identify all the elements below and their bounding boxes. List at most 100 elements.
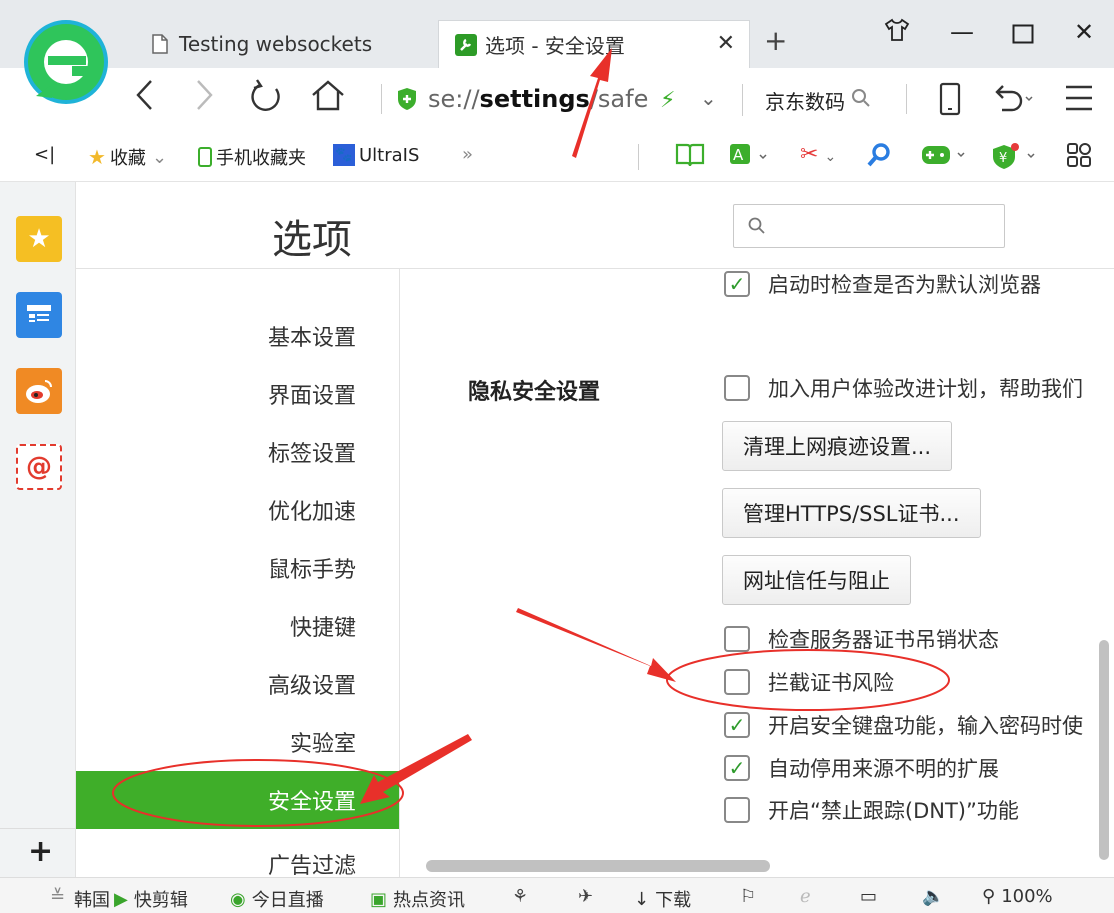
checkbox-unchecked[interactable] xyxy=(724,626,750,652)
nav-item-advanced[interactable]: 高级设置 xyxy=(76,655,399,713)
status-item-download[interactable]: ↓ 下载 xyxy=(634,886,691,912)
options-search[interactable] xyxy=(733,204,1005,248)
url-trust-block-button[interactable]: 网址信任与阻止 xyxy=(722,555,911,605)
vertical-scrollbar[interactable] xyxy=(1099,640,1109,860)
home-button[interactable] xyxy=(310,78,346,120)
close-tab-icon[interactable]: ✕ xyxy=(717,31,735,56)
navigation-bar: se://settings/safe ⚡ ⌄ 京东数码 xyxy=(0,68,1114,130)
nav-item-optimize[interactable]: 优化加速 xyxy=(76,481,399,539)
status-item-korea[interactable]: 韩国 xyxy=(74,886,110,912)
screenshot-icon[interactable]: ✂ ⌄ xyxy=(800,142,836,167)
nav-item-security[interactable]: 安全设置 xyxy=(76,771,399,829)
checkbox-label: 拦截证书风险 xyxy=(768,671,894,695)
checkbox-checked[interactable]: ✓ xyxy=(724,755,750,781)
bookmark-favorites[interactable]: ★ 收藏 ⌄ xyxy=(88,144,167,170)
maximize-button[interactable] xyxy=(1012,22,1034,50)
speed-icon[interactable]: ⚘ xyxy=(512,886,528,907)
volume-icon[interactable]: 🔈 xyxy=(922,886,944,907)
chevron-down-icon[interactable]: ⌄ xyxy=(700,86,717,110)
status-item-live[interactable]: ◉ 今日直播 xyxy=(230,886,324,912)
expand-icon[interactable]: ≚ xyxy=(50,886,65,907)
back-button[interactable] xyxy=(133,78,157,120)
more-bookmarks-icon[interactable]: » xyxy=(462,144,473,165)
checkbox-row[interactable]: 加入用户体验改进计划，帮助我们 xyxy=(724,373,1083,403)
horizontal-scrollbar[interactable] xyxy=(426,860,770,872)
checkbox-label: 启动时检查是否为默认浏览器 xyxy=(768,273,1041,297)
magnifier-icon[interactable] xyxy=(866,142,892,174)
wrench-icon xyxy=(455,33,477,56)
translate-icon[interactable]: A xyxy=(728,142,772,174)
pin-icon[interactable]: ✈ xyxy=(578,886,593,907)
search-text: 京东数码 xyxy=(765,89,845,114)
checkbox-row[interactable]: 拦截证书风险 xyxy=(724,667,894,697)
address-bar[interactable]: se://settings/safe xyxy=(396,82,648,116)
nav-item-tabs[interactable]: 标签设置 xyxy=(76,423,399,481)
checkbox-unchecked[interactable] xyxy=(724,797,750,823)
checkbox-row[interactable]: ✓ 开启安全键盘功能，输入密码时使 xyxy=(724,710,1083,740)
add-sidebar-item-button[interactable]: + xyxy=(28,834,53,869)
skin-icon[interactable] xyxy=(884,18,910,48)
checkbox-unchecked[interactable] xyxy=(724,669,750,695)
mobile-icon[interactable] xyxy=(938,82,962,124)
checkbox-label: 开启“禁止跟踪(DNT)”功能 xyxy=(768,799,1019,823)
weibo-icon[interactable] xyxy=(16,368,62,414)
news-icon[interactable] xyxy=(16,292,62,338)
zoom-level: 100% xyxy=(1001,886,1053,907)
options-search-input[interactable] xyxy=(774,215,994,237)
sidebar-toggle-icon[interactable]: <| xyxy=(34,144,55,165)
checkbox-checked[interactable]: ✓ xyxy=(724,271,750,297)
search-box[interactable]: 京东数码 xyxy=(742,84,892,116)
new-tab-button[interactable]: + xyxy=(764,24,787,57)
bookmark-label: 收藏 xyxy=(109,148,146,169)
game-icon[interactable] xyxy=(920,142,968,174)
checkbox-row[interactable]: ✓ 自动停用来源不明的扩展 xyxy=(724,753,999,783)
svg-text:A: A xyxy=(733,146,744,164)
browser-logo-icon xyxy=(24,20,108,104)
checkbox-checked[interactable]: ✓ xyxy=(724,712,750,738)
menu-icon[interactable] xyxy=(1064,84,1094,120)
bookmark-mobile-folder[interactable]: 手机收藏夹 xyxy=(198,144,306,170)
nav-item-lab[interactable]: 实验室 xyxy=(76,713,399,771)
news-icon: ▣ xyxy=(370,888,388,910)
checkbox-row[interactable]: 检查服务器证书吊销状态 xyxy=(724,624,999,654)
zoom-control[interactable]: ⚲ 100% xyxy=(982,886,1053,907)
nav-item-interface[interactable]: 界面设置 xyxy=(76,365,399,423)
status-item-news[interactable]: ▣ 热点资讯 xyxy=(370,886,465,912)
flag-icon[interactable]: ⚐ xyxy=(740,886,756,907)
refresh-button[interactable] xyxy=(248,78,284,122)
tab-testing-websockets[interactable]: Testing websockets xyxy=(135,20,430,68)
search-icon[interactable] xyxy=(851,88,871,113)
speed-mode-icon[interactable]: ⚡ xyxy=(660,88,675,113)
apps-icon[interactable] xyxy=(1066,142,1092,174)
status-item-clip[interactable]: ▶ 快剪辑 xyxy=(114,886,188,912)
window-icon[interactable]: ▭ xyxy=(860,886,877,907)
email-icon[interactable]: @ xyxy=(16,444,62,490)
clear-traces-button[interactable]: 清理上网痕迹设置... xyxy=(722,421,953,471)
ie-icon[interactable]: ℯ xyxy=(800,886,811,907)
url-path: /safe xyxy=(589,85,649,113)
nav-item-basic[interactable]: 基本设置 xyxy=(76,307,399,365)
checkbox-row[interactable]: ✓ 启动时检查是否为默认浏览器 xyxy=(724,269,1041,299)
manage-certificates-button[interactable]: 管理HTTPS/SSL证书... xyxy=(722,488,981,538)
nav-item-shortcuts[interactable]: 快捷键 xyxy=(76,597,399,655)
svg-text:¥: ¥ xyxy=(999,151,1007,166)
separator xyxy=(381,84,382,114)
forward-button[interactable] xyxy=(192,78,216,120)
status-label: 快剪辑 xyxy=(133,890,188,911)
wallet-icon[interactable]: ¥ xyxy=(990,142,1038,176)
status-label: 下载 xyxy=(655,890,692,911)
minimize-button[interactable]: — xyxy=(950,18,974,46)
nav-item-mouse-gestures[interactable]: 鼠标手势 xyxy=(76,539,399,597)
close-window-button[interactable]: ✕ xyxy=(1074,18,1094,46)
checkbox-row[interactable]: 开启“禁止跟踪(DNT)”功能 xyxy=(724,795,1019,825)
shield-icon xyxy=(396,87,418,111)
status-label: 热点资讯 xyxy=(393,890,466,911)
bookmark-ultrais[interactable]: 🐾 UltraIS xyxy=(333,144,419,166)
favorites-star-icon[interactable]: ★ xyxy=(16,216,62,262)
checkbox-label: 开启安全键盘功能，输入密码时使 xyxy=(768,714,1083,738)
search-icon xyxy=(748,217,766,235)
checkbox-unchecked[interactable] xyxy=(724,375,750,401)
tab-security-settings[interactable]: 选项 - 安全设置 ✕ xyxy=(438,20,750,68)
reader-icon[interactable] xyxy=(675,142,705,174)
undo-icon[interactable] xyxy=(990,82,1034,122)
